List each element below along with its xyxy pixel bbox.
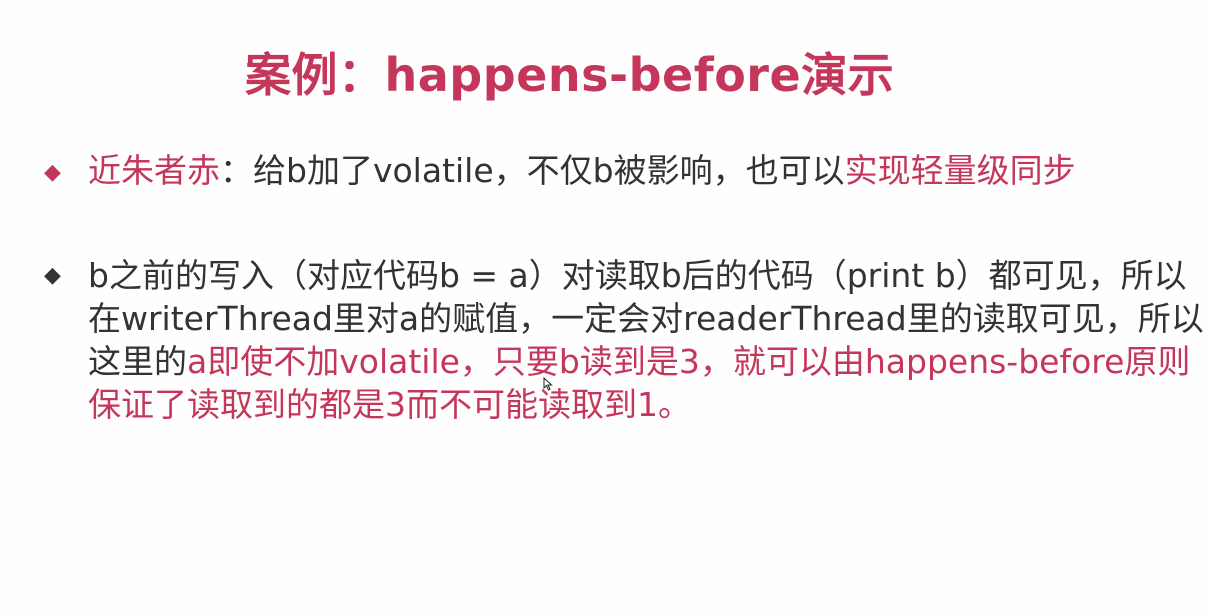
slide-title: 案例：happens-before演示 xyxy=(245,48,895,102)
diamond-bullet-icon: ◆ xyxy=(44,160,61,185)
bullet-item-1: ◆ 近朱者赤：给b加了volatile，不仅b被影响，也可以实现轻量级同步 xyxy=(44,148,1204,194)
diamond-bullet-icon: ◆ xyxy=(44,263,61,288)
mouse-pointer-icon xyxy=(543,377,553,391)
slide: 案例：happens-before演示 ◆ 近朱者赤：给b加了volatile，… xyxy=(0,0,1212,614)
bullet-1-heading: 近朱者赤 xyxy=(88,151,220,190)
bullet-1-highlight: 实现轻量级同步 xyxy=(844,151,1076,190)
bullet-2-highlight: a即使不加volatile，只要b读到是3，就可以由happens-before… xyxy=(88,342,1191,424)
bullet-item-2: ◆ b之前的写入（对应代码b = a）对读取b后的代码（print b）都可见，… xyxy=(44,254,1204,426)
bullet-text-1: 近朱者赤：给b加了volatile，不仅b被影响，也可以实现轻量级同步 xyxy=(88,148,1204,194)
bullet-text-2: b之前的写入（对应代码b = a）对读取b后的代码（print b）都可见，所以… xyxy=(88,254,1204,426)
bullet-1-body: ：给b加了volatile，不仅b被影响，也可以 xyxy=(220,151,845,190)
